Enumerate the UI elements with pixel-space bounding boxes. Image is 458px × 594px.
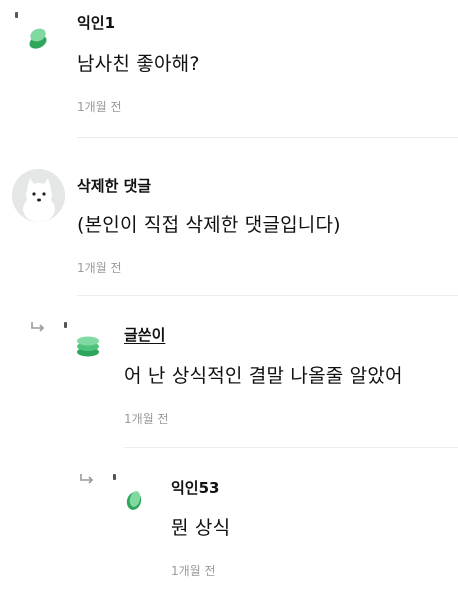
green-stack-icon [29,28,47,49]
comment-text: 어 난 상식적인 결말 나올줄 알았어 [124,365,403,387]
comment-time: 1개월 전 [77,100,122,114]
comment-author[interactable]: 글쓴이 [124,324,165,345]
comment-text: 뭔 상식 [171,517,231,539]
green-stack-icon [126,491,142,510]
green-stack-icon [77,336,99,357]
comment-time: 1개월 전 [77,261,122,275]
reply-arrow-icon [80,474,94,484]
comment-author[interactable]: 익인1 [77,12,115,33]
dog-avatar-image [12,169,65,222]
reply-arrow-icon [31,322,45,332]
dog-avatar[interactable] [12,169,65,222]
comment-author[interactable]: 익인53 [171,477,219,498]
divider [124,447,458,448]
divider [77,295,458,296]
indicator-dot [64,322,67,328]
divider [77,137,458,138]
comment-text: 남사친 좋아해? [77,53,200,75]
comment-time: 1개월 전 [171,564,216,578]
indicator-dot [113,474,116,480]
comment-time: 1개월 전 [124,412,169,426]
comment-author: 삭제한 댓글 [77,177,152,195]
indicator-dot [15,12,18,18]
comment-text: (본인이 직접 삭제한 댓글입니다) [77,214,341,236]
